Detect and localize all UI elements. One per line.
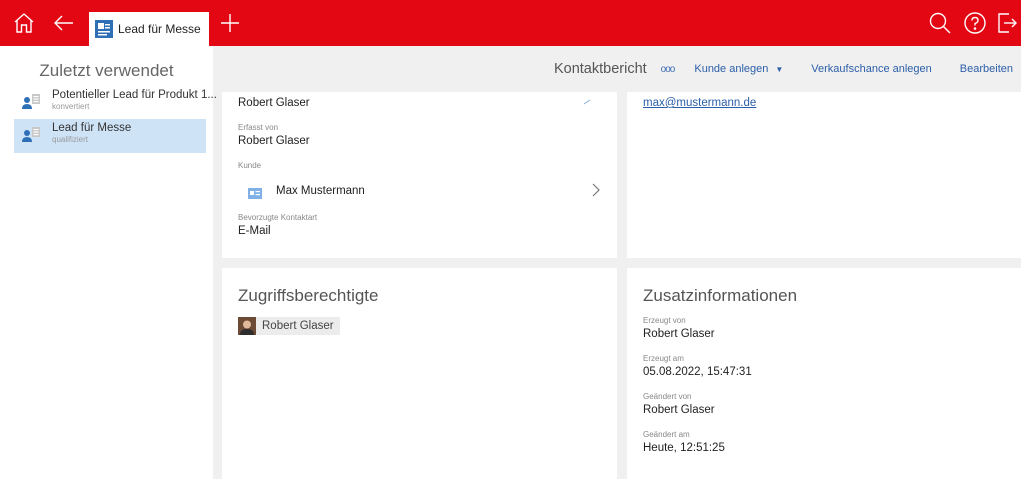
top-bar: Lead für Messe [0, 0, 1021, 46]
lead-icon [95, 20, 113, 38]
recent-item-lead-fuer-messe[interactable]: Lead für Messe qualifiziert [14, 119, 206, 153]
sidebar-title: Zuletzt verwendet [39, 61, 174, 80]
tab-label: Lead für Messe [118, 22, 201, 36]
sidebar: Zuletzt verwendet Potentieller Lead für … [0, 46, 217, 479]
erfasst-von-label: Erfasst von [238, 123, 279, 132]
geaendert-von-label: Geändert von [643, 392, 692, 401]
kontaktart-label: Bevorzugte Kontaktart [238, 213, 318, 222]
erfasst-von-value: Robert Glaser [238, 135, 310, 147]
geaendert-von-value: Robert Glaser [643, 404, 715, 416]
erzeugt-am-value: 05.08.2022, 15:47:31 [643, 366, 752, 378]
verkaufschance-anlegen-button[interactable]: Verkaufschance anlegen [811, 63, 931, 75]
recent-item-title: Lead für Messe [52, 122, 132, 134]
avatar [238, 317, 256, 335]
page-title: Kontaktbericht [553, 61, 647, 77]
kunde-anlegen-button[interactable]: Kunde anlegen ▼ [694, 63, 783, 75]
top-value: Robert Glaser [238, 97, 310, 109]
extra-title: Zusatzinformationen [643, 286, 798, 305]
access-card: Zugriffsberechtigte Robert Glaser [222, 268, 617, 479]
search-icon[interactable] [928, 11, 952, 35]
more-options-icon[interactable]: ooo [661, 64, 676, 75]
extra-info-card: Zusatzinformationen Erzeugt von Robert G… [627, 268, 1021, 479]
erzeugt-von-value: Robert Glaser [643, 328, 715, 340]
kontaktart-value: E-Mail [238, 225, 271, 237]
access-title: Zugriffsberechtigte [238, 286, 379, 305]
person-chip[interactable]: Robert Glaser [238, 317, 340, 335]
recent-item-title: Potentieller Lead für Produkt 1... [52, 89, 217, 101]
chevron-right-icon [590, 182, 602, 198]
header-bar: Kontaktbericht ooo Kunde anlegen ▼ Verka… [213, 46, 1021, 92]
kunde-label: Kunde [238, 161, 262, 170]
contact-card-icon [248, 186, 262, 199]
kunde-link[interactable]: Max Mustermann [244, 180, 602, 202]
details-card: Robert Glaser Erfasst von Robert Glaser … [222, 92, 617, 258]
caret-down-icon: ▼ [775, 64, 784, 74]
bearbeiten-button[interactable]: Bearbeiten [960, 63, 1013, 75]
erzeugt-von-label: Erzeugt von [643, 316, 686, 325]
lead-icon [21, 125, 41, 145]
email-link[interactable]: max@mustermann.de [643, 97, 756, 109]
kunde-name: Max Mustermann [276, 185, 365, 197]
recent-item-status: konvertiert [52, 102, 90, 111]
lead-icon [21, 92, 41, 112]
pencil-icon[interactable] [583, 92, 591, 105]
tab-lead-fuer-messe[interactable]: Lead für Messe [89, 12, 209, 46]
geaendert-am-label: Geändert am [643, 430, 690, 439]
logout-icon[interactable] [994, 11, 1018, 35]
help-icon[interactable] [963, 11, 987, 35]
back-icon[interactable] [52, 11, 76, 35]
erzeugt-am-label: Erzeugt am [643, 354, 684, 363]
contact-card: max@mustermann.de [627, 92, 1021, 258]
recent-item-status: qualifiziert [52, 135, 89, 144]
plus-icon[interactable] [218, 11, 242, 35]
home-icon[interactable] [12, 11, 36, 35]
kunde-anlegen-label: Kunde anlegen [694, 63, 769, 75]
recent-item-potentieller-lead[interactable]: Potentieller Lead für Produkt 1... konve… [14, 86, 217, 120]
person-name: Robert Glaser [262, 320, 334, 332]
geaendert-am-value: Heute, 12:51:25 [643, 442, 725, 454]
